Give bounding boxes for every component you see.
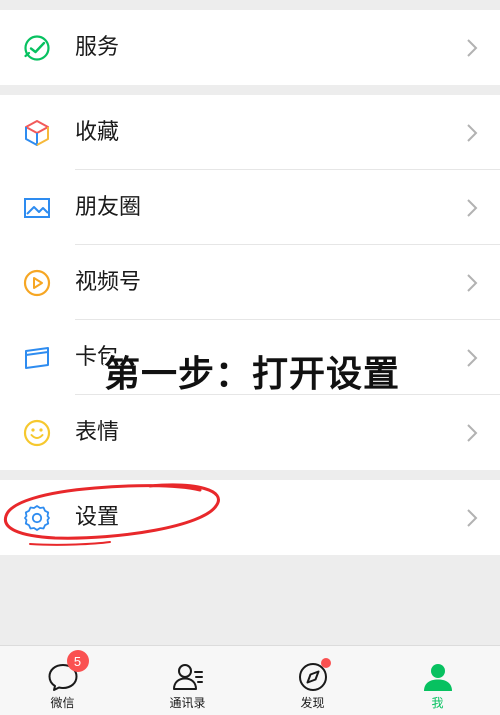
menu-item-label: 服务 xyxy=(75,34,120,60)
chevron-right-icon xyxy=(467,508,478,527)
settings-group: 设置 xyxy=(0,480,500,555)
tab-label: 通讯录 xyxy=(169,696,206,710)
moments-image-icon xyxy=(24,197,50,218)
features-group: 收藏 朋友圈 视频号 卡包 表情 xyxy=(0,95,500,470)
chevron-right-icon xyxy=(467,198,478,217)
menu-item-label: 表情 xyxy=(75,419,120,445)
tab-contacts[interactable]: 通讯录 xyxy=(125,646,250,715)
chevron-right-icon xyxy=(467,38,478,57)
menu-item-channels[interactable]: 视频号 xyxy=(0,245,500,320)
favorites-cube-icon xyxy=(25,119,49,146)
tab-discover[interactable]: 发现 xyxy=(250,646,375,715)
new-dot-indicator xyxy=(320,658,331,668)
bottom-tab-bar: 5 微信 通讯录 发现 我 xyxy=(0,645,500,715)
menu-item-settings[interactable]: 设置 xyxy=(0,480,500,555)
menu-item-label: 朋友圈 xyxy=(75,194,142,220)
sticker-smile-icon xyxy=(23,419,51,446)
service-group: 服务 xyxy=(0,10,500,85)
menu-item-service[interactable]: 服务 xyxy=(0,10,500,85)
menu-item-label: 收藏 xyxy=(75,119,120,145)
menu-item-favorites[interactable]: 收藏 xyxy=(0,95,500,170)
chevron-right-icon xyxy=(467,123,478,142)
tab-me[interactable]: 我 xyxy=(375,646,500,715)
tab-chats[interactable]: 5 微信 xyxy=(0,646,125,715)
tab-label: 发现 xyxy=(300,696,325,710)
service-icon xyxy=(24,34,50,61)
menu-item-stickers[interactable]: 表情 xyxy=(0,395,500,470)
chevron-right-icon xyxy=(467,423,478,442)
settings-gear-icon xyxy=(24,504,50,531)
me-person-icon xyxy=(423,664,452,691)
me-page: 服务 收藏 朋友圈 视频号 卡包 表情 设置 第一步：打开设置 5 微信 通讯录… xyxy=(0,0,500,715)
tab-label: 我 xyxy=(431,696,444,710)
step-caption-overlay: 第一步：打开设置 xyxy=(104,354,401,395)
card-wallet-icon xyxy=(25,346,49,369)
menu-item-label: 视频号 xyxy=(75,269,142,295)
unread-badge: 5 xyxy=(66,650,89,672)
menu-item-moments[interactable]: 朋友圈 xyxy=(0,170,500,245)
menu-item-label: 设置 xyxy=(75,504,120,530)
chevron-right-icon xyxy=(467,348,478,367)
channels-play-icon xyxy=(23,269,51,296)
chevron-right-icon xyxy=(467,273,478,292)
tab-label: 微信 xyxy=(50,696,75,710)
contacts-icon xyxy=(172,664,203,690)
